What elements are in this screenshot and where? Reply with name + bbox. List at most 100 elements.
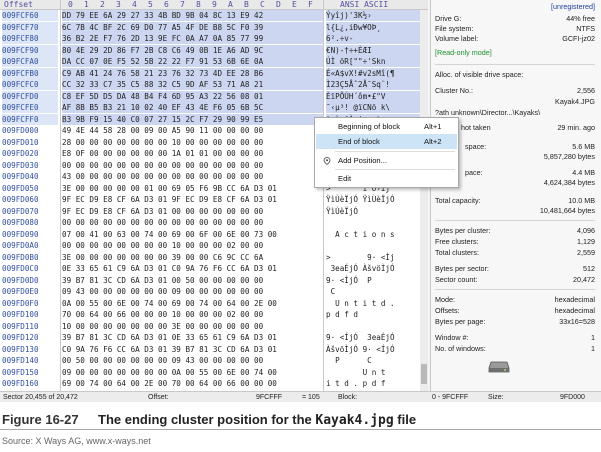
row-hex-bytes[interactable]: 39 B7 81 3C CD 6A D3 01 0E 33 65 61 C9 6…	[62, 332, 324, 343]
hex-editor-pane[interactable]: Offset 0 1 2 3 4 5 6 7 8 9 A B C D E F A…	[0, 0, 428, 391]
volume-row: Volume label: GCFI-jz02	[435, 34, 595, 44]
row-offset: 009FD140	[2, 356, 39, 365]
vertical-scrollbar[interactable]	[420, 10, 428, 391]
row-hex-bytes[interactable]: DA CC 07 0E F5 52 5B 22 22 F7 91 53 6B 6…	[62, 56, 324, 67]
row-hex-bytes[interactable]: 6C 7B 4C BF 2C 69 D0 77 A5 4F DE B8 5C F…	[62, 21, 324, 33]
row-hex-bytes[interactable]: 00 00 00 00 00 00 00 00 10 00 00 00 02 0…	[62, 240, 324, 251]
row-ascii[interactable]: i t d . p d f	[326, 378, 428, 389]
row-offset: 009FD050	[2, 183, 39, 193]
hex-row[interactable]: 009FD110 10 00 00 00 00 00 00 00 3E 00 00…	[0, 321, 428, 332]
row-hex-bytes[interactable]: 36 B2 2E F7 76 2D 13 9E FC 0A A7 0A 85 7…	[62, 33, 324, 44]
row-offset: 009FCFA0	[2, 56, 58, 67]
row-hex-bytes[interactable]: 49 4E 44 58 28 00 09 00 A5 90 11 00 00 0…	[62, 125, 324, 136]
row-hex-bytes[interactable]: 0E 33 65 61 C9 6A D3 01 C0 9A 76 F6 CC 6…	[62, 263, 324, 274]
row-ascii[interactable]: ŸìÙèÏjÓ	[326, 206, 428, 217]
hex-row[interactable]: 009FD0F0 0A 00 55 00 6E 00 74 00 69 00 74…	[0, 298, 428, 309]
row-hex-bytes[interactable]: C9 AB 41 24 76 58 21 23 76 32 73 4D EE 2…	[62, 67, 324, 79]
row-hex-bytes[interactable]: 09 43 00 00 00 00 00 00 09 00 00 00 00 0…	[62, 286, 324, 297]
row-hex-bytes[interactable]: 00 00 00 00 00 00 00 00 00 00 00 00 00 0…	[62, 160, 324, 171]
row-ascii[interactable]: ÈïPÕÚH´ôm•£"V	[326, 90, 428, 102]
row-ascii[interactable]: 3eaÉjÓ ÀšvöÌjÓ	[326, 263, 428, 274]
row-hex-bytes[interactable]: C0 9A 76 F6 CC 6A D3 01 39 B7 81 3C CD 6…	[62, 344, 324, 355]
hex-row[interactable]: 009FD160 69 00 74 00 64 00 2E 00 70 00 64…	[0, 378, 428, 389]
bpp-row: Bytes per page: 33x16=528	[435, 317, 595, 327]
row-hex-bytes[interactable]: DD 79 EE 6A 29 27 33 4B BD 9B 04 8C 13 E…	[62, 10, 324, 21]
hex-row[interactable]: 009FD090 07 00 41 00 63 00 74 00 69 00 6F…	[0, 229, 428, 240]
row-hex-bytes[interactable]: 00 00 00 00 00 00 00 00 00 00 00 00 00 0…	[62, 217, 324, 228]
hex-row[interactable]: 009FD070 9F EC D9 E8 CF 6A D3 01 00 00 00…	[0, 206, 428, 217]
row-hex-bytes[interactable]: 80 4E 29 2D 86 F7 2B C8 C6 49 0B 1E A6 A…	[62, 44, 324, 56]
row-ascii[interactable]: Ì23Ç5Åˆ2Å¯Sq¨!	[326, 79, 428, 90]
row-hex-bytes[interactable]: 09 00 00 00 00 00 00 00 0A 00 55 00 6E 0…	[62, 367, 324, 378]
scrollbar-thumb[interactable]	[421, 364, 427, 384]
bps-row: Bytes per sector: 512	[435, 264, 595, 274]
row-hex-bytes[interactable]: 0A 00 55 00 6E 00 74 00 69 00 74 00 64 0…	[62, 298, 324, 309]
menu-item-beginning-of-block[interactable]: Beginning of block Alt+1	[316, 119, 457, 134]
row-hex-bytes[interactable]: CC 32 33 C7 35 C5 88 32 C5 9D AF 53 71 A…	[62, 79, 324, 90]
row-ascii[interactable]: P C	[326, 355, 428, 366]
cluster-label: Cluster No.:	[435, 86, 473, 95]
menu-item-edit[interactable]: Edit	[316, 171, 457, 186]
hex-row[interactable]: 009FCFD0 C8 EF 5D D5 DA 48 B4 F4 6D 95 A3…	[0, 90, 428, 102]
row-hex-bytes[interactable]: E8 0F 00 00 00 00 00 00 1A 01 01 00 00 0…	[62, 148, 324, 159]
hex-row[interactable]: 009FD0D0 39 B7 81 3C CD 6A D3 01 00 50 00…	[0, 275, 428, 286]
row-ascii[interactable]: A c t i o n s	[326, 229, 428, 240]
hex-row[interactable]: 009FCF70 6C 7B 4C BF 2C 69 D0 77 A5 4F DE…	[0, 21, 428, 33]
hex-row[interactable]: 009FCFE0 AF 8B B5 B3 21 10 02 40 EF 43 4E…	[0, 102, 428, 113]
row-ascii[interactable]: €N)-†÷+ÈÆI	[326, 44, 428, 56]
hex-row[interactable]: 009FCF80 36 B2 2E F7 76 2D 13 9E FC 0A A7…	[0, 33, 428, 44]
row-hex-bytes[interactable]: B3 9B F9 15 40 C0 07 27 15 2C F7 29 90 9…	[62, 113, 324, 125]
hex-row[interactable]: 009FCFB0 C9 AB 41 24 76 58 21 23 76 32 73…	[0, 67, 428, 79]
row-ascii[interactable]: C	[326, 286, 428, 297]
row-ascii[interactable]: U n t i t d .	[326, 298, 428, 309]
row-ascii[interactable]: l{L¿,iÐw¥OÞ¸	[326, 21, 428, 33]
hex-row[interactable]: 009FCFC0 CC 32 33 C7 35 C5 88 32 C5 9D AF…	[0, 79, 428, 90]
row-ascii[interactable]: > 9· <Ìj	[326, 252, 428, 263]
row-hex-bytes[interactable]: 07 00 41 00 63 00 74 00 69 00 6F 00 6E 0…	[62, 229, 324, 240]
row-ascii[interactable]: ŸìÙèÏjÓ ŸìÙèÏjÓ	[326, 194, 428, 205]
row-ascii[interactable]: Ýyîj)'3K½›	[326, 10, 428, 21]
row-ascii[interactable]: 9· <ÍjÓ 3eaÉjÓ	[326, 332, 428, 343]
row-hex-bytes[interactable]: 3E 00 00 00 00 00 00 00 39 00 00 C6 9C C…	[62, 252, 324, 263]
hex-row[interactable]: 009FD0E0 09 43 00 00 00 00 00 00 09 00 00…	[0, 286, 428, 297]
hex-row[interactable]: 009FD060 9F EC D9 E8 CF 6A D3 01 9F EC D9…	[0, 194, 428, 205]
hex-row[interactable]: 009FD120 39 B7 81 3C CD 6A D3 01 0E 33 65…	[0, 332, 428, 343]
hex-row[interactable]: 009FD140 00 50 00 00 00 00 00 00 09 43 00…	[0, 355, 428, 366]
figure-title-text: The ending cluster position for the	[98, 412, 316, 427]
row-hex-bytes[interactable]: 28 00 00 00 00 00 00 00 10 00 00 00 00 0…	[62, 137, 324, 148]
hex-row[interactable]: 009FCFA0 DA CC 07 0E F5 52 5B 22 22 F7 91…	[0, 56, 428, 67]
row-ascii[interactable]: ¯‹µ³! @ïCNö k\	[326, 102, 428, 113]
row-offset: 009FD090	[2, 229, 39, 239]
row-ascii[interactable]: U n t	[326, 367, 428, 378]
hex-row[interactable]: 009FD0B0 3E 00 00 00 00 00 00 00 39 00 00…	[0, 252, 428, 263]
hex-row[interactable]: 009FCF90 80 4E 29 2D 86 F7 2B C8 C6 49 0B…	[0, 44, 428, 56]
row-hex-bytes[interactable]: 43 00 00 00 00 00 00 00 00 00 00 00 00 0…	[62, 171, 324, 182]
row-hex-bytes[interactable]: 9F EC D9 E8 CF 6A D3 01 00 00 00 00 00 0…	[62, 206, 324, 217]
hex-row[interactable]: 009FD150 09 00 00 00 00 00 00 00 0A 00 55…	[0, 367, 428, 378]
hex-row[interactable]: 009FD100 70 00 64 00 66 00 00 00 10 00 00…	[0, 309, 428, 320]
hex-row[interactable]: 009FD0C0 0E 33 65 61 C9 6A D3 01 C0 9A 76…	[0, 263, 428, 274]
row-ascii[interactable]: p d f d	[326, 309, 428, 320]
hex-column-header-5: 5	[148, 0, 153, 9]
hex-row[interactable]: 009FD080 00 00 00 00 00 00 00 00 00 00 00…	[0, 217, 428, 228]
row-hex-bytes[interactable]: 3E 00 00 00 00 00 01 00 69 05 F6 9B CC 6…	[62, 183, 324, 194]
row-hex-bytes[interactable]: AF 8B B5 B3 21 10 02 40 EF 43 4E F6 05 6…	[62, 102, 324, 113]
row-ascii[interactable]: ÚÌ õR[""÷'Skn	[326, 56, 428, 67]
row-hex-bytes[interactable]: 10 00 00 00 00 00 00 00 3E 00 00 00 00 0…	[62, 321, 324, 332]
hex-row[interactable]: 009FD130 C0 9A 76 F6 CC 6A D3 01 39 B7 81…	[0, 344, 428, 355]
row-hex-bytes[interactable]: 9F EC D9 E8 CF 6A D3 01 9F EC D9 E8 CF 6…	[62, 194, 324, 205]
row-ascii[interactable]: ÀšvöÌjÓ 9· <ÍjÓ	[326, 344, 428, 355]
row-ascii[interactable]: 6².÷v-	[326, 33, 428, 44]
hex-row[interactable]: 009FCF60 DD 79 EE 6A 29 27 33 4B BD 9B 04…	[0, 10, 428, 21]
ascii-divider	[323, 0, 324, 391]
row-hex-bytes[interactable]: 69 00 74 00 64 00 2E 00 70 00 64 00 66 0…	[62, 378, 324, 389]
row-hex-bytes[interactable]: C8 EF 5D D5 DA 48 B4 F4 6D 95 A3 22 56 0…	[62, 90, 324, 102]
row-ascii[interactable]: É«A$vX!#v2sMî(¶	[326, 67, 428, 79]
row-hex-bytes[interactable]: 70 00 64 00 66 00 00 00 10 00 00 00 02 0…	[62, 309, 324, 320]
row-hex-bytes[interactable]: 39 B7 81 3C CD 6A D3 01 00 50 00 00 00 0…	[62, 275, 324, 286]
hex-row[interactable]: 009FD0A0 00 00 00 00 00 00 00 00 10 00 00…	[0, 240, 428, 251]
menu-item-add-position[interactable]: Add Position...	[316, 153, 457, 168]
row-hex-bytes[interactable]: 00 50 00 00 00 00 00 00 09 43 00 00 00 0…	[62, 355, 324, 366]
row-ascii[interactable]: 9· <ÍjÓ P	[326, 275, 428, 286]
menu-item-end-of-block[interactable]: End of block Alt+2	[316, 134, 457, 149]
